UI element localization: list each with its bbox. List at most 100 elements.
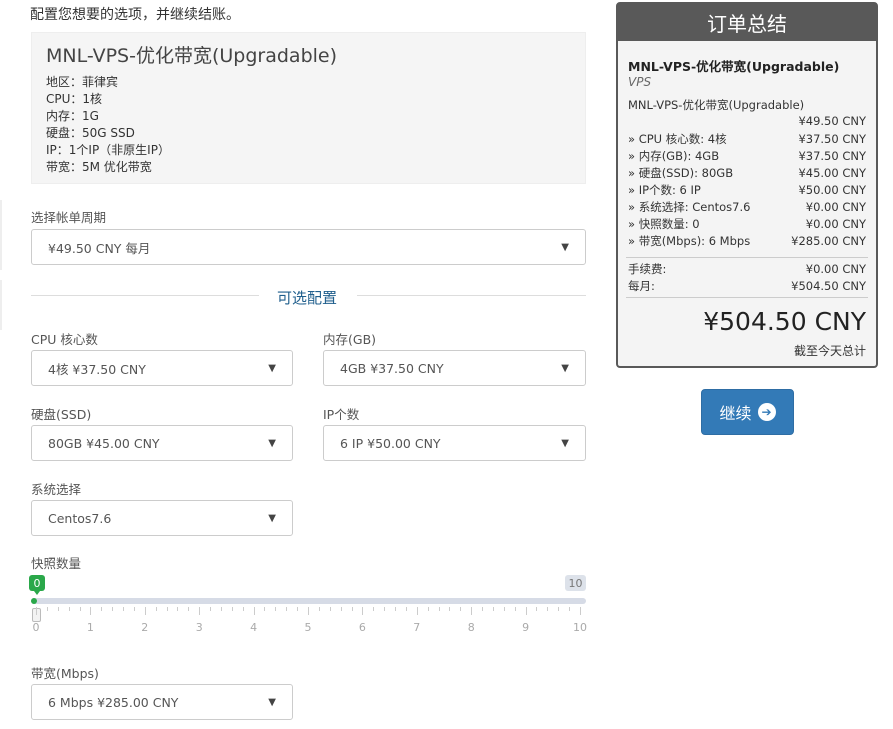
slider-tick xyxy=(395,607,397,611)
slider-tick xyxy=(405,607,407,611)
summary-base-price: ¥49.50 CNY xyxy=(798,114,866,128)
os-value: Centos7.6 xyxy=(48,510,112,526)
summary-divider xyxy=(626,297,868,298)
caret-down-icon: ▼ xyxy=(268,362,276,374)
slider-tick xyxy=(101,607,103,611)
summary-line-label: » IP个数: 6 IP xyxy=(628,183,701,197)
os-label: 系统选择 xyxy=(31,482,82,497)
summary-total-amount: ¥504.50 CNY xyxy=(703,307,866,336)
summary-line-item: » 快照数量: 0 ¥0.00 CNY xyxy=(628,216,866,233)
summary-product-name: MNL-VPS-优化带宽(Upgradable) xyxy=(628,59,840,74)
slider-tick-label: 1 xyxy=(86,621,94,634)
slider-tick xyxy=(427,607,429,611)
slider-tick xyxy=(79,607,81,611)
slider-tick xyxy=(242,607,244,611)
slider-tick xyxy=(155,607,157,611)
slider-tick xyxy=(580,607,581,615)
slider-tick xyxy=(253,607,255,615)
slider-tick xyxy=(558,607,560,611)
slider-tick xyxy=(308,607,309,615)
slider-tick-label: 8 xyxy=(467,621,475,634)
summary-line-label: » 带宽(Mbps): 6 Mbps xyxy=(628,234,751,248)
summary-monthly-row: 每月: ¥504.50 CNY xyxy=(628,278,866,295)
caret-down-icon: ▼ xyxy=(561,362,569,374)
cpu-select[interactable]: 4核 ¥37.50 CNY ▼ xyxy=(31,350,293,386)
summary-subproduct: MNL-VPS-优化带宽(Upgradable) xyxy=(628,98,805,112)
summary-line-price: ¥37.50 CNY xyxy=(798,132,866,146)
slider-tick-label: 3 xyxy=(195,621,203,634)
slider-tick-label: 0 xyxy=(32,621,40,634)
snapshot-slider-fill xyxy=(31,598,37,604)
summary-line-item: » CPU 核心数: 4核 ¥37.50 CNY xyxy=(628,131,866,148)
slider-tick xyxy=(384,607,386,611)
order-summary-title: 订单总结 xyxy=(618,4,876,41)
summary-line-item: » 带宽(Mbps): 6 Mbps ¥285.00 CNY xyxy=(628,233,866,250)
snapshot-label: 快照数量 xyxy=(31,556,82,571)
summary-category: VPS xyxy=(628,75,652,89)
disk-select[interactable]: 80GB ¥45.00 CNY ▼ xyxy=(31,425,293,461)
cpu-value: 4核 ¥37.50 CNY xyxy=(48,361,146,377)
billing-cycle-label: 选择帐单周期 xyxy=(31,210,107,225)
summary-monthly-price: ¥504.50 CNY xyxy=(791,279,866,293)
slider-tick-label: 2 xyxy=(141,621,149,634)
slider-tick xyxy=(329,607,331,611)
slider-tick xyxy=(275,607,277,611)
slider-tick xyxy=(362,607,364,615)
os-select[interactable]: Centos7.6 ▼ xyxy=(31,500,293,536)
slider-tick xyxy=(351,607,353,611)
slider-tick xyxy=(199,607,201,615)
spec-disk: 硬盘：50G SSD xyxy=(46,126,135,140)
slider-tick xyxy=(68,607,70,611)
slider-tick xyxy=(112,607,114,611)
slider-tick xyxy=(90,607,92,615)
product-info-panel: MNL-VPS-优化带宽(Upgradable) 地区：菲律宾 CPU：1核 内… xyxy=(31,32,586,184)
spec-bandwidth: 带宽：5M 优化带宽 xyxy=(46,160,152,174)
summary-line-price: ¥0.00 CNY xyxy=(805,217,866,231)
slider-tick xyxy=(416,607,418,615)
summary-line-item: » 系统选择: Centos7.6 ¥0.00 CNY xyxy=(628,199,866,216)
ip-select[interactable]: 6 IP ¥50.00 CNY ▼ xyxy=(323,425,586,461)
slider-tick-label: 4 xyxy=(250,621,258,634)
summary-setup-label: 手续费: xyxy=(628,262,667,276)
billing-cycle-select[interactable]: ¥49.50 CNY 每月 ▼ xyxy=(31,229,586,265)
slider-tick xyxy=(220,607,222,611)
slider-tick xyxy=(57,607,59,611)
bandwidth-select[interactable]: 6 Mbps ¥285.00 CNY ▼ xyxy=(31,684,293,720)
summary-line-label: » 快照数量: 0 xyxy=(628,217,700,231)
continue-button[interactable]: 继续 ➔ xyxy=(701,389,794,435)
slider-tick xyxy=(525,607,527,615)
slider-tick xyxy=(340,607,342,611)
summary-setup-price: ¥0.00 CNY xyxy=(805,262,866,276)
spec-region: 地区：菲律宾 xyxy=(46,75,119,89)
summary-total-label: 截至今天总计 xyxy=(793,344,866,358)
summary-line-label: » 内存(GB): 4GB xyxy=(628,149,720,163)
ram-select[interactable]: 4GB ¥37.50 CNY ▼ xyxy=(323,350,586,386)
slider-tick xyxy=(210,607,212,611)
cpu-label: CPU 核心数 xyxy=(31,332,98,347)
slider-tick xyxy=(492,607,494,611)
summary-line-price: ¥50.00 CNY xyxy=(798,183,866,197)
summary-line-price: ¥285.00 CNY xyxy=(791,234,866,248)
slider-tick xyxy=(536,607,538,611)
slider-tick xyxy=(569,607,571,611)
options-section-title: 可选配置 xyxy=(277,289,338,307)
summary-line-item: » IP个数: 6 IP ¥50.00 CNY xyxy=(628,182,866,199)
caret-down-icon: ▼ xyxy=(268,437,276,449)
slider-tick xyxy=(231,607,233,611)
slider-tick xyxy=(144,607,146,615)
slider-tick xyxy=(133,607,135,611)
ram-value: 4GB ¥37.50 CNY xyxy=(340,360,444,376)
slider-tick xyxy=(177,607,179,611)
summary-base-price-row: ¥49.50 CNY xyxy=(628,113,866,130)
caret-down-icon: ▼ xyxy=(561,241,569,253)
ram-label: 内存(GB) xyxy=(323,332,377,347)
arrow-right-circle-icon: ➔ xyxy=(757,403,776,421)
slider-tick xyxy=(482,607,484,611)
spec-ram: 内存：1G xyxy=(46,109,99,123)
slider-tick-label: 6 xyxy=(358,621,366,634)
snapshot-slider-track[interactable] xyxy=(31,598,586,604)
summary-line-label: » 系统选择: Centos7.6 xyxy=(628,200,751,214)
disk-value: 80GB ¥45.00 CNY xyxy=(48,435,160,451)
bandwidth-value: 6 Mbps ¥285.00 CNY xyxy=(48,694,179,710)
continue-label: 继续 xyxy=(719,404,752,423)
